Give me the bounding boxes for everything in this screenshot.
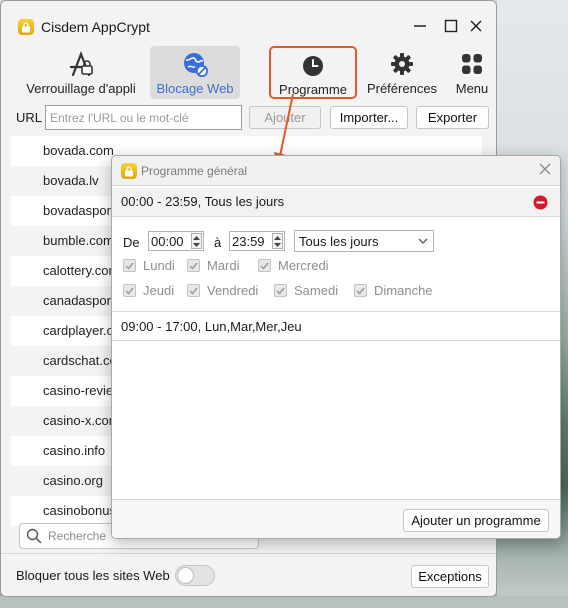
schedule-editor: De 00:00 à 23:59 Tous les jours Lundi Ma… (112, 218, 560, 311)
app-lock-tab[interactable]: Verrouillage d'appli (15, 46, 147, 99)
minimize-button[interactable] (409, 15, 431, 37)
title-bar: Cisdem AppCrypt (1, 1, 496, 39)
checkmark-icon (258, 259, 271, 272)
day-label: Samedi (294, 283, 339, 298)
from-label: De (123, 235, 140, 250)
schedule-item-selected[interactable]: 00:00 - 23:59, Tous les jours (112, 187, 560, 217)
remove-schedule-icon[interactable] (533, 195, 548, 213)
url-label: URL (16, 110, 43, 125)
schedule-item[interactable]: 09:00 - 17:00, Lun,Mar,Mer,Jeu (112, 311, 560, 341)
url-bar: URL Ajouter Importer... Exporter (1, 101, 496, 135)
day-checkbox-wednesday[interactable]: Mercredi (258, 258, 329, 273)
repeat-select[interactable]: Tous les jours (294, 230, 434, 252)
menu-label: Menu (455, 81, 489, 96)
toggle-knob (177, 567, 194, 584)
preferences-tab[interactable]: Préférences (363, 46, 441, 99)
block-all-toggle[interactable] (175, 565, 215, 586)
day-checkbox-friday[interactable]: Vendredi (187, 283, 258, 298)
maximize-button[interactable] (440, 15, 462, 37)
dialog-title-bar: Programme général (112, 156, 560, 186)
web-block-label: Blocage Web (156, 81, 234, 96)
checkmark-icon (274, 284, 287, 297)
export-button[interactable]: Exporter (416, 106, 489, 129)
checkmark-icon (123, 284, 136, 297)
add-schedule-button[interactable]: Ajouter un programme (403, 509, 549, 532)
from-time-value: 00:00 (151, 233, 184, 249)
preferences-label: Préférences (366, 81, 438, 96)
globe-block-icon (182, 51, 208, 77)
app-lock-icon (67, 51, 95, 77)
time-spinner-icon[interactable] (272, 233, 283, 249)
checkmark-icon (354, 284, 367, 297)
day-checkbox-saturday[interactable]: Samedi (274, 283, 338, 298)
repeat-select-value: Tous les jours (299, 234, 379, 249)
dialog-title: Programme général (141, 164, 248, 178)
gear-icon (390, 51, 414, 77)
block-all-label: Bloquer tous les sites Web (16, 568, 170, 583)
day-label: Mardi (207, 258, 240, 273)
day-checkbox-tuesday[interactable]: Mardi (187, 258, 240, 273)
to-time-value: 23:59 (232, 233, 265, 249)
footer-bar: Bloquer tous les sites Web Exceptions (1, 553, 496, 596)
lock-app-icon (18, 19, 34, 35)
desktop-background-bottom (0, 596, 568, 608)
day-label: Mercredi (278, 258, 329, 273)
clock-icon (301, 53, 325, 78)
checkmark-icon (187, 284, 200, 297)
schedule-item-label: 09:00 - 17:00, Lun,Mar,Mer,Jeu (121, 319, 302, 334)
grid-menu-icon (461, 51, 483, 77)
lock-app-icon (121, 163, 137, 179)
app-lock-label: Verrouillage d'appli (26, 81, 136, 96)
time-spinner-icon[interactable] (191, 233, 202, 249)
toolbar: Verrouillage d'appli Blocage Web Program… (1, 41, 496, 99)
from-time-field[interactable]: 00:00 (148, 231, 204, 251)
day-label: Lundi (143, 258, 175, 273)
close-button[interactable] (465, 15, 487, 37)
web-block-tab[interactable]: Blocage Web (150, 46, 240, 99)
menu-tab[interactable]: Menu (450, 46, 494, 99)
day-checkbox-thursday[interactable]: Jeudi (123, 283, 174, 298)
dialog-close-icon[interactable] (538, 162, 552, 179)
schedule-dialog: Programme général 00:00 - 23:59, Tous le… (111, 155, 561, 539)
checkmark-icon (123, 259, 136, 272)
day-label: Jeudi (143, 283, 175, 298)
day-label: Dimanche (374, 283, 433, 298)
exceptions-button[interactable]: Exceptions (411, 565, 489, 588)
schedule-item-label: 00:00 - 23:59, Tous les jours (121, 194, 285, 209)
day-checkbox-sunday[interactable]: Dimanche (354, 283, 433, 298)
day-checkbox-monday[interactable]: Lundi (123, 258, 175, 273)
to-time-field[interactable]: 23:59 (229, 231, 285, 251)
dialog-footer: Ajouter un programme (112, 499, 560, 538)
window-title: Cisdem AppCrypt (41, 19, 150, 35)
chevron-down-icon (418, 234, 428, 249)
import-button[interactable]: Importer... (330, 106, 408, 129)
day-label: Vendredi (207, 283, 259, 298)
search-icon (26, 528, 42, 547)
url-input[interactable] (45, 105, 242, 130)
to-label: à (214, 235, 222, 250)
checkmark-icon (187, 259, 200, 272)
